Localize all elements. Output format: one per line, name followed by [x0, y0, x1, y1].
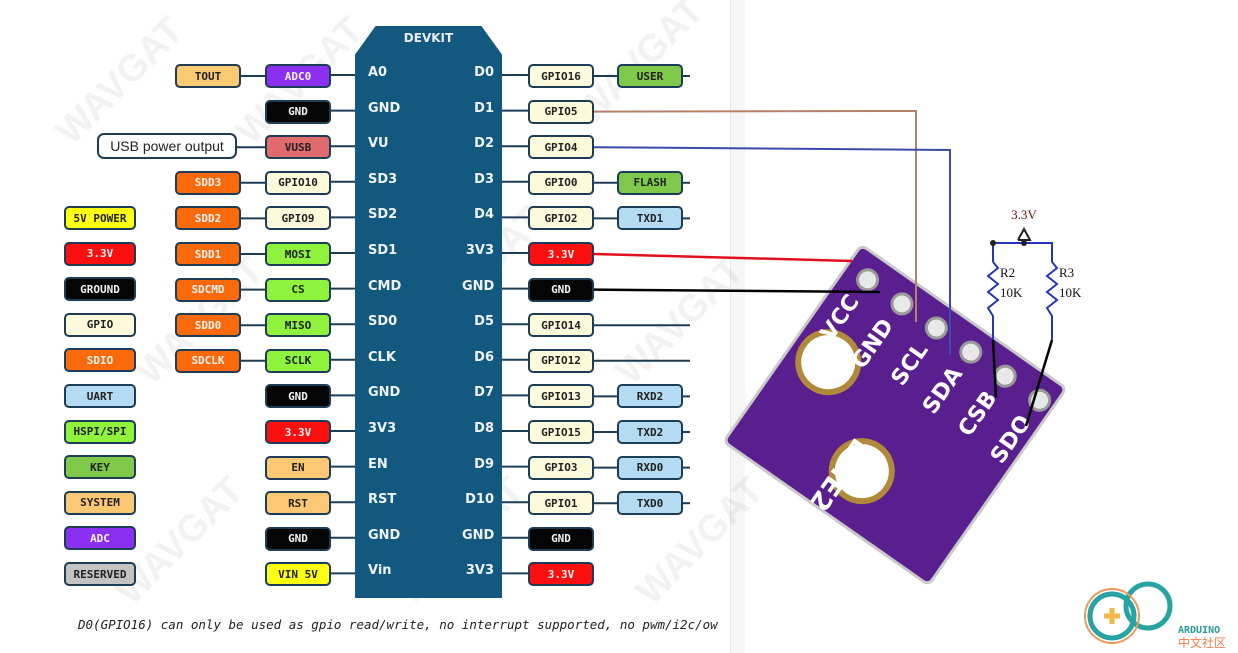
logo-plus-icon: [1104, 608, 1120, 624]
resistor-ref: R3: [1059, 265, 1074, 280]
junction-dot: [990, 240, 996, 246]
pinout-diagram: WAVGATWAVGATWAVGATWAVGATWAVGATWAVGATWAVG…: [0, 0, 1238, 653]
supply-label: 3.3V: [1011, 207, 1037, 222]
resistor-ref: R2: [1000, 265, 1015, 280]
bme280-sensor: VCCGNDSCLSDACSBSDOBME280 3.3V R2 10K R3 10K AR…: [593, 109, 1226, 650]
resistor-value: 10K: [1000, 285, 1023, 300]
bme280-pcb: VCCGNDSCLSDACSBSDOBME280: [724, 245, 1066, 585]
resistor-value: 10K: [1059, 285, 1082, 300]
logo-subtext: 中文社区: [1178, 635, 1226, 650]
wire-vcc: [593, 252, 853, 263]
supply-arrow-icon: [1017, 226, 1032, 241]
supply-rail: [993, 242, 1053, 262]
arduino-logo: ARDUINO中文社区: [1084, 581, 1226, 650]
logo-text: ARDUINO: [1178, 625, 1220, 636]
resistor-icon: [986, 261, 1000, 340]
resistor-icon: [1045, 261, 1059, 340]
